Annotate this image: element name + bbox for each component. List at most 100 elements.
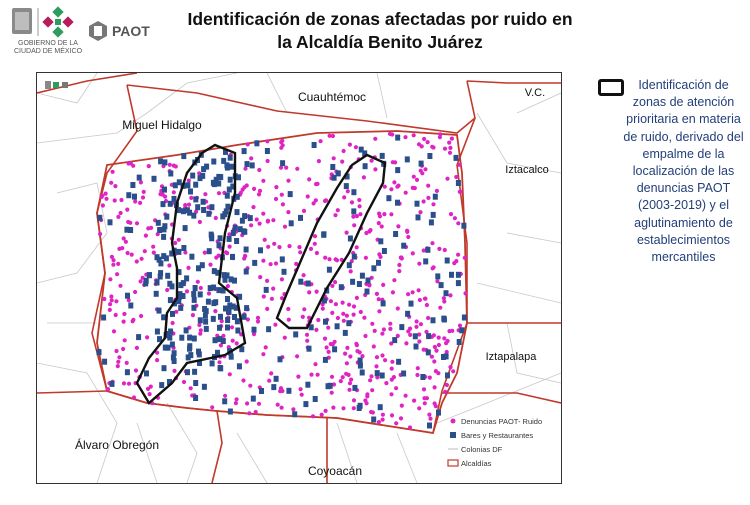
legend-complaints: Denuncias PAOT- Ruido [461,417,542,426]
complaint-point [363,255,368,260]
paot-icon [89,21,107,41]
bar-marker [200,198,206,205]
bar-marker [230,229,236,236]
complaint-point [126,298,131,303]
complaint-point [398,416,404,421]
complaint-point [298,387,303,392]
complaint-point [448,145,453,150]
complaint-point [397,269,402,274]
bar-marker [169,283,175,290]
complaint-point [151,244,156,249]
complaint-point [134,259,139,264]
complaint-point [296,374,301,379]
complaint-point [173,240,178,246]
bar-marker [171,350,177,357]
paot-logo: PAOT [88,18,150,44]
bar-marker [443,353,449,360]
bar-marker [243,268,249,275]
complaint-point [335,315,340,321]
bar-marker [342,329,348,336]
complaint-point [394,421,399,426]
complaint-point [351,406,356,411]
complaint-point [328,341,333,347]
bar-marker [217,235,223,242]
bar-marker [154,328,160,335]
complaint-point [410,185,415,190]
complaint-point [121,319,126,324]
complaint-point [254,217,259,222]
complaint-point [417,406,422,411]
complaint-point [171,190,176,195]
complaint-point [373,136,378,141]
complaint-point [277,245,282,250]
complaint-point [364,401,369,406]
bar-marker [399,324,405,331]
bar-marker [371,416,377,423]
complaint-point [186,202,192,207]
bar-marker [195,204,201,211]
map-logo-icon-3 [62,82,68,88]
complaint-point [286,306,291,312]
complaint-point [309,372,314,377]
bar-marker [158,270,164,277]
bar-marker [321,231,327,238]
bar-marker [181,153,187,160]
complaint-point [104,196,109,201]
complaint-point [376,221,381,226]
bar-marker [124,369,130,376]
complaint-point [100,203,105,208]
complaint-point [389,392,394,397]
complaint-point [370,388,375,393]
complaint-point [295,354,300,359]
complaint-point [463,291,468,296]
bar-marker [280,160,286,167]
complaint-point [382,212,387,217]
complaint-point [426,183,431,188]
complaint-point [443,389,448,394]
complaint-point [130,319,135,324]
bar-marker [259,388,264,394]
bar-marker [161,365,167,372]
complaint-point [404,341,409,346]
complaint-point [167,162,172,167]
complaint-point [314,327,319,332]
bar-marker [379,152,385,159]
complaint-point [376,420,381,425]
complaint-point [125,207,130,212]
complaint-point [261,352,266,357]
bar-marker [303,401,309,408]
bar-marker [185,369,190,376]
complaint-point [456,221,461,226]
bar-marker [306,345,312,352]
complaint-point [286,178,291,183]
complaint-point [124,360,129,365]
bar-marker [305,381,311,388]
complaint-point [354,295,359,300]
bar-marker [197,291,203,298]
complaint-point [190,313,195,318]
bar-marker [170,310,175,317]
complaint-point [111,258,116,263]
complaint-point [109,298,114,303]
bar-marker [334,323,340,330]
complaint-point [233,401,238,406]
bar-marker [455,180,461,186]
complaint-point [133,368,139,373]
bar-marker [351,208,357,215]
complaint-point [369,409,374,415]
complaint-point [243,166,248,171]
complaint-point [427,412,432,417]
complaint-point [380,412,385,417]
complaint-point [131,395,137,400]
complaint-point [109,180,114,185]
complaint-point [347,302,352,307]
complaint-point [438,305,443,310]
label-alvaro-obregon: Álvaro Obregón [75,437,159,452]
complaint-point [126,381,132,386]
bar-marker [381,248,387,254]
complaint-point [333,280,338,285]
page-title: Identificación de zonas afectadas por ru… [160,8,600,54]
complaint-point [357,197,362,203]
complaint-point [216,191,222,196]
bar-marker [227,408,233,415]
